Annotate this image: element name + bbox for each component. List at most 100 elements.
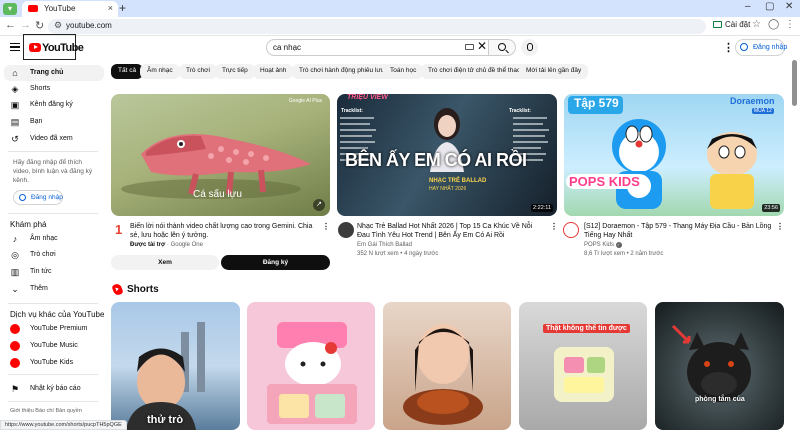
sidebar-item-music-app[interactable]: YouTube Music <box>4 338 104 354</box>
chip-all[interactable]: Tất cả <box>111 64 144 79</box>
search-button[interactable] <box>489 39 516 56</box>
channel-name[interactable]: Em Gái Thích Ballad <box>357 241 412 249</box>
sidebar-item-premium[interactable]: YouTube Premium <box>4 321 104 337</box>
address-url: youtube.com <box>66 21 112 30</box>
tab-title: YouTube <box>44 4 76 13</box>
browser-tab-strip: ▾ YouTube × + – ▢ ✕ <box>0 0 800 17</box>
sidebar-item-more[interactable]: ⌄ Thêm <box>4 281 104 297</box>
channel-name[interactable]: POPS Kids ✓ <box>584 241 622 249</box>
sidebar-footer-links[interactable]: Giới thiệu Báo chí Bản quyền <box>10 408 82 414</box>
bookmark-icon[interactable]: ☆ <box>752 19 761 30</box>
tracklist-label-left: Tracklist: <box>341 108 363 114</box>
svg-text:1: 1 <box>115 222 122 236</box>
youtube-kids-icon <box>10 358 20 368</box>
thumb-title: BÊN ẤY EM CÓ AI RỒI <box>345 150 527 170</box>
ad-thumbnail[interactable]: Google AI Plus Cá sấu lựu ↗ <box>111 94 330 216</box>
search-query: ca nhạc <box>273 43 302 52</box>
sidebar-divider <box>8 151 98 152</box>
close-tab-icon[interactable]: × <box>108 3 113 13</box>
settings-menu-icon[interactable]: ⋮ <box>723 41 734 54</box>
short-thumbnail[interactable]: thử trò <box>111 302 240 430</box>
short-thumbnail[interactable] <box>247 302 375 430</box>
ad-thumb-badge: Google AI Plus <box>288 98 322 104</box>
sidebar-item-gaming[interactable]: ◎ Trò chơi <box>4 247 104 263</box>
video-thumbnail[interactable]: Tập 579 Doraemon MÙA 12 POPS KIDS 23:56 <box>564 94 784 216</box>
browser-tab[interactable]: YouTube × <box>22 1 118 17</box>
forward-icon[interactable]: → <box>20 19 31 31</box>
ad-subscribe-button[interactable]: Đăng ký <box>221 255 330 270</box>
chip-action-adventure[interactable]: Trò chơi hành động phiêu lưu <box>292 64 392 79</box>
chip-gaming[interactable]: Trò chơi <box>179 64 217 79</box>
sidebar-item-report-history[interactable]: ⚑ Nhật ký báo cáo <box>4 381 104 397</box>
chip-sports-games[interactable]: Trò chơi điện tử chủ đề thể thao <box>421 64 528 79</box>
video-more-icon[interactable]: ⋮ <box>550 222 558 231</box>
profile-icon[interactable]: ◯ <box>768 19 779 30</box>
shorts-heading: Shorts <box>127 284 159 295</box>
address-bar[interactable]: ⚙ youtube.com <box>48 19 706 34</box>
chip-live[interactable]: Trực tiếp <box>215 64 255 79</box>
sidebar-item-home[interactable]: ⌂ Trang chủ <box>4 65 104 81</box>
short-caption: phòng tắm của <box>695 396 745 403</box>
clear-search-icon[interactable]: ✕ <box>477 39 487 53</box>
short-caption: thử trò <box>147 414 184 426</box>
thumb-subtitle: NHẠC TRẺ BALLAD <box>429 178 487 184</box>
short-thumbnail[interactable]: phòng tắm của <box>655 302 784 430</box>
chip-recently-uploaded[interactable]: Mới tải lên gần đây <box>519 64 589 79</box>
sidebar-signin-button[interactable]: Đăng nhập <box>13 190 63 205</box>
short-scene <box>403 324 483 425</box>
search-input[interactable]: ca nhạc <box>266 39 489 56</box>
sidebar-item-music[interactable]: ♪ Âm nhạc <box>4 231 104 247</box>
chip-math[interactable]: Toán học <box>383 64 424 79</box>
shorts-logo-icon <box>111 282 124 297</box>
back-icon[interactable]: ← <box>5 19 16 31</box>
sidebar-item-subscriptions[interactable]: ▣ Kênh đăng ký <box>4 97 104 113</box>
ad-title[interactable]: Biến lời nói thành video chất lượng cao … <box>130 222 318 240</box>
ad-sponsor: Được tài trợ · Google One <box>130 242 203 248</box>
sidebar-divider <box>8 374 98 375</box>
sidebar-item-history[interactable]: ↺ Video đã xem <box>4 131 104 147</box>
install-icon <box>713 21 722 28</box>
channel-avatar[interactable] <box>563 222 579 238</box>
maximize-icon[interactable]: ▢ <box>765 1 774 12</box>
short-thumbnail[interactable] <box>383 302 511 430</box>
short-scene <box>126 322 205 430</box>
new-tab-button[interactable]: + <box>119 1 126 15</box>
ad-more-icon[interactable]: ⋮ <box>322 222 330 231</box>
short-thumbnail[interactable]: Thật không thể tin được <box>519 302 647 430</box>
site-info-icon[interactable]: ⚙ <box>54 20 62 31</box>
ad-thumb-caption: Cá sấu lựu <box>193 189 242 200</box>
page-scrollbar[interactable] <box>792 60 797 106</box>
guide-menu-icon[interactable] <box>10 43 20 51</box>
tracklist-label-right: Tracklist: <box>509 108 531 114</box>
reload-icon[interactable]: ↻ <box>35 19 44 32</box>
gaming-icon: ◎ <box>11 250 19 260</box>
you-icon: ▤ <box>10 117 20 127</box>
account-icon <box>740 43 748 51</box>
duration-badge: 2:22:11 <box>531 204 553 212</box>
install-app-button[interactable]: Cài đặt <box>713 20 750 29</box>
video-title[interactable]: [S12] Doraemon - Tập 579 - Thang Máy Địa… <box>584 222 774 240</box>
sidebar-item-you[interactable]: ▤ Bạn <box>4 114 104 130</box>
thumb-year: HAY NHẤT 2026 <box>429 186 467 192</box>
ad-watch-button[interactable]: Xem <box>111 255 219 270</box>
chip-animation[interactable]: Hoạt ảnh <box>253 64 294 79</box>
video-thumbnail[interactable]: TRIỆU VIEW Tracklist: Tracklist: BÊN ẤY … <box>337 94 557 216</box>
logo-text: YouTube <box>42 42 84 54</box>
open-link-icon[interactable]: ↗ <box>313 199 325 211</box>
sidebar-item-kids[interactable]: YouTube Kids <box>4 355 104 371</box>
short-scene <box>267 322 357 424</box>
browser-menu-icon[interactable]: ⋮ <box>785 19 795 30</box>
channel-avatar[interactable] <box>338 222 354 238</box>
minimize-icon[interactable]: – <box>745 1 751 12</box>
tab-search-button[interactable]: ▾ <box>3 3 17 15</box>
keyboard-icon[interactable] <box>465 44 474 50</box>
video-more-icon[interactable]: ⋮ <box>776 222 784 231</box>
youtube-play-icon <box>29 43 41 52</box>
close-window-icon[interactable]: ✕ <box>785 1 793 12</box>
sidebar-item-news[interactable]: ▥ Tin tức <box>4 264 104 280</box>
sidebar-item-shorts[interactable]: ◈ Shorts <box>4 81 104 97</box>
short-scene <box>671 324 751 402</box>
video-title[interactable]: Nhạc Trẻ Ballad Hot Nhất 2026 | Top 15 C… <box>357 222 547 240</box>
voice-search-button[interactable] <box>521 39 538 56</box>
chip-music[interactable]: Âm nhạc <box>140 64 180 79</box>
